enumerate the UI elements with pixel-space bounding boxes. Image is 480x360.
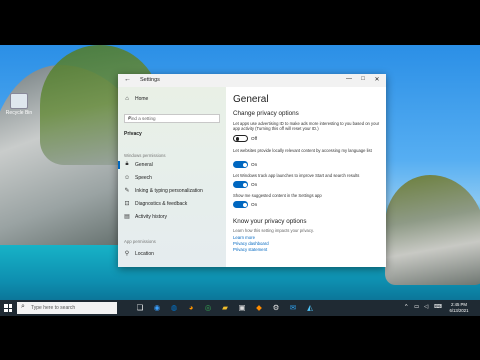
- learn-more-link[interactable]: Learn more: [233, 235, 255, 240]
- privacy-dashboard-link[interactable]: Privacy dashboard: [233, 241, 269, 246]
- settings-window: ← Settings — □ ✕ ⌂ Home Find a setting ⌕…: [118, 74, 386, 267]
- sidebar-item-label: Home: [135, 95, 149, 102]
- mail-icon[interactable]: ✉: [288, 303, 298, 313]
- start-button[interactable]: [4, 304, 12, 312]
- windows-permissions-section: Windows permissions: [124, 153, 166, 158]
- know-privacy-title: Know your privacy options: [233, 218, 307, 225]
- toggle-state: On: [251, 202, 258, 207]
- toggle-advertising-id[interactable]: [233, 135, 248, 142]
- activity-icon: ▤: [124, 214, 130, 220]
- title-bar[interactable]: ← Settings — □ ✕: [118, 74, 386, 87]
- sidebar-item-diagnostics[interactable]: ⊡ Diagnostics & feedback: [124, 199, 187, 208]
- search-icon: ⌕: [21, 303, 25, 310]
- edge-browser-icon[interactable]: ◍: [169, 303, 179, 313]
- sidebar-item-label: Diagnostics & feedback: [135, 200, 188, 207]
- taskbar-search-box[interactable]: ⌕ Type here to search: [17, 302, 117, 314]
- sidebar-item-home[interactable]: ⌂ Home: [124, 94, 148, 103]
- recycle-bin-desktop-icon[interactable]: Recycle Bin: [4, 93, 34, 116]
- active-indicator: [118, 161, 120, 169]
- lock-icon: 🔒︎: [125, 161, 129, 167]
- settings-sidebar: ⌂ Home Find a setting ⌕ Privacy Windows …: [118, 87, 226, 267]
- language-icon[interactable]: ⌨: [434, 304, 442, 310]
- sidebar-item-label: Location: [135, 250, 154, 257]
- search-icon: ⌕: [128, 115, 132, 121]
- maximize-button[interactable]: □: [358, 76, 368, 82]
- edge-icon[interactable]: ◉: [152, 303, 162, 313]
- letterbox-top: [0, 0, 480, 45]
- tray-chevron-icon[interactable]: ^: [405, 304, 408, 310]
- speech-icon: ☺: [124, 174, 131, 181]
- location-icon: ⚲: [124, 251, 130, 257]
- home-icon: ⌂: [125, 95, 129, 102]
- wallpaper-island: [385, 175, 480, 285]
- sidebar-item-label: Speech: [135, 174, 152, 181]
- clock-date: 6/13/2021: [449, 307, 469, 313]
- sidebar-item-activity[interactable]: ▤ Activity history: [124, 212, 167, 221]
- toggle-state: On: [251, 162, 258, 167]
- privacy-statement-link[interactable]: Privacy statement: [233, 247, 267, 252]
- sidebar-item-general[interactable]: 🔒︎ General: [124, 160, 153, 169]
- option-desc-suggested-content: Show me suggested content in the Setting…: [233, 193, 322, 198]
- minimize-button[interactable]: —: [344, 76, 354, 82]
- toggle-state: On: [251, 182, 258, 187]
- taskbar-search-placeholder: Type here to search: [31, 305, 76, 311]
- firefox-icon[interactable]: ◕: [186, 303, 196, 313]
- toggle-app-launches[interactable]: [233, 181, 248, 188]
- option-desc-app-launches: Let Windows track app launches to improv…: [233, 173, 360, 178]
- toggle-suggested-content[interactable]: [233, 201, 248, 208]
- find-setting-input[interactable]: Find a setting ⌕: [124, 114, 220, 123]
- taskbar: ⌕ Type here to search ❏ ◉ ◍ ◕ ◎ ▰ ▣ ◆ ⚙ …: [0, 300, 480, 316]
- recycle-bin-label: Recycle Bin: [5, 110, 33, 116]
- task-view-icon[interactable]: ❏: [135, 303, 145, 313]
- toggle-language-list[interactable]: [233, 161, 248, 168]
- app-icon[interactable]: ◆: [254, 303, 264, 313]
- page-title: General: [233, 94, 269, 105]
- volume-icon[interactable]: ◁: [424, 304, 428, 310]
- option-desc-language: Let websites provide locally relevant co…: [233, 148, 372, 153]
- app-permissions-section: App permissions: [124, 239, 156, 244]
- file-explorer-icon[interactable]: ▰: [220, 303, 230, 313]
- inking-icon: ✎: [124, 188, 130, 194]
- know-privacy-desc: Learn how this setting impacts your priv…: [233, 228, 314, 233]
- settings-content: General Change privacy options Let apps …: [226, 87, 386, 267]
- privacy-header-label: Privacy: [124, 130, 142, 137]
- photos-icon[interactable]: ◭: [305, 303, 315, 313]
- recycle-bin-icon: [10, 93, 28, 109]
- network-icon[interactable]: ▭: [414, 304, 419, 310]
- section-title: Change privacy options: [233, 110, 299, 117]
- sidebar-item-label: Activity history: [135, 213, 167, 220]
- option-desc-advertising: Let apps use advertising ID to make ads …: [233, 121, 380, 132]
- chrome-icon[interactable]: ◎: [203, 303, 213, 313]
- sidebar-item-label: General: [135, 161, 153, 168]
- sidebar-header-privacy: Privacy: [124, 129, 142, 138]
- back-arrow-icon[interactable]: ←: [124, 76, 131, 83]
- letterbox-bottom: [0, 316, 480, 360]
- sidebar-item-location[interactable]: ⚲ Location: [124, 249, 154, 258]
- sidebar-item-inking[interactable]: ✎ Inking & typing personalization: [124, 186, 203, 195]
- window-title: Settings: [140, 77, 160, 83]
- settings-gear-icon[interactable]: ⚙: [271, 303, 281, 313]
- screen: Recycle Bin ← Settings — □ ✕ ⌂ Home Find…: [0, 0, 480, 360]
- taskbar-clock[interactable]: 2:45 PM 6/13/2021: [444, 302, 474, 313]
- toggle-state: Off: [251, 136, 258, 141]
- sidebar-item-speech[interactable]: ☺ Speech: [124, 173, 152, 182]
- diagnostics-icon: ⊡: [124, 201, 130, 207]
- sidebar-item-label: Inking & typing personalization: [135, 187, 203, 194]
- close-button[interactable]: ✕: [372, 76, 382, 83]
- store-icon[interactable]: ▣: [237, 303, 247, 313]
